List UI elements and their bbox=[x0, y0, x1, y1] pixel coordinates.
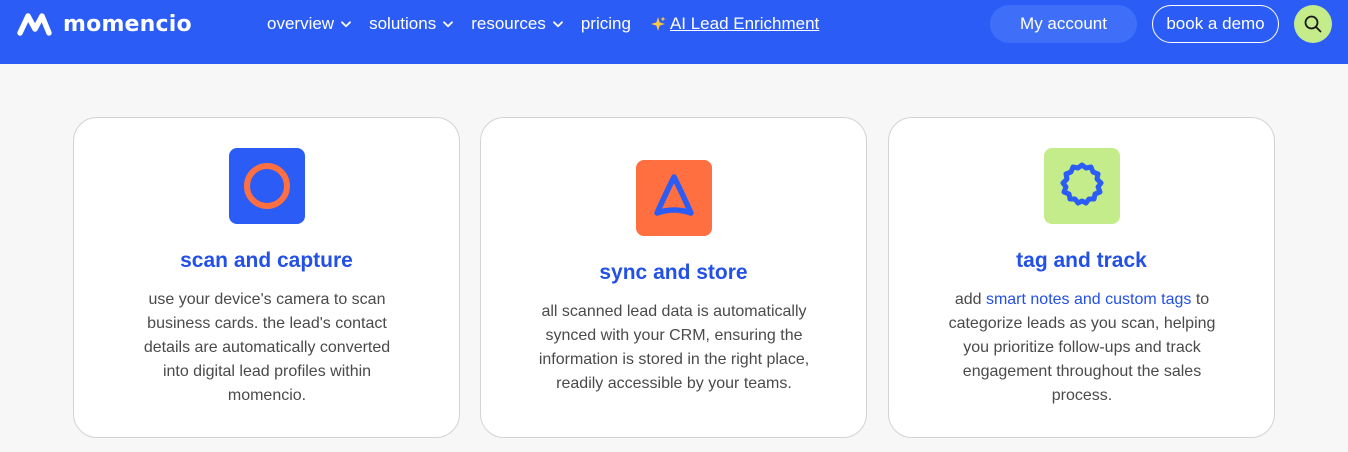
brand-logo[interactable]: momencio bbox=[16, 11, 192, 37]
feature-icon-tile bbox=[636, 160, 712, 236]
momencio-logo-icon bbox=[17, 13, 52, 36]
nav-item-solutions[interactable]: solutions bbox=[369, 14, 454, 34]
badge-icon bbox=[1060, 162, 1104, 206]
nav-item-resources[interactable]: resources bbox=[471, 14, 563, 34]
nav-item-label: overview bbox=[267, 14, 335, 33]
feature-icon-tile bbox=[229, 148, 305, 224]
feature-description: all scanned lead data is automatically s… bbox=[538, 303, 810, 392]
feature-card-scan-and-capture: scan and capture use your device's camer… bbox=[73, 117, 460, 438]
circle-icon bbox=[244, 163, 290, 209]
feature-description: add smart notes and custom tags to categ… bbox=[939, 288, 1225, 408]
my-account-button[interactable]: My account bbox=[990, 5, 1137, 43]
chevron-down-icon bbox=[552, 20, 563, 27]
search-icon bbox=[1304, 15, 1322, 33]
chevron-down-icon bbox=[341, 20, 351, 27]
nav-item-ai-lead-enrichment[interactable]: AI Lead Enrichment bbox=[649, 14, 819, 34]
rounded-triangle-icon bbox=[654, 174, 694, 216]
feature-description: use your device's camera to scan busines… bbox=[143, 291, 391, 404]
nav-item-label: resources bbox=[471, 14, 546, 33]
sparkle-icon bbox=[650, 16, 666, 31]
smart-notes-link[interactable]: smart notes and custom tags bbox=[986, 291, 1191, 308]
brand-name: momencio bbox=[63, 11, 192, 37]
top-navigation-bar: momencio overview solutions resources pr… bbox=[0, 0, 1348, 64]
feature-card-sync-and-store: sync and store all scanned lead data is … bbox=[480, 117, 867, 438]
feature-icon-tile bbox=[1044, 148, 1120, 224]
feature-card-tag-and-track: tag and track add smart notes and custom… bbox=[888, 117, 1275, 438]
nav-item-label: pricing bbox=[580, 14, 631, 33]
description-text: add bbox=[954, 291, 986, 308]
search-button[interactable] bbox=[1294, 5, 1332, 43]
feature-title: scan and capture bbox=[180, 249, 353, 272]
nav-item-label: AI Lead Enrichment bbox=[669, 14, 820, 33]
feature-title: tag and track bbox=[1016, 249, 1147, 272]
book-demo-button[interactable]: book a demo bbox=[1152, 5, 1279, 43]
chevron-down-icon bbox=[443, 20, 454, 27]
nav-item-overview[interactable]: overview bbox=[267, 14, 351, 34]
nav-item-label: solutions bbox=[369, 14, 437, 33]
main-menu: overview solutions resources pricing AI … bbox=[267, 13, 819, 35]
feature-title: sync and store bbox=[599, 261, 748, 284]
nav-item-pricing[interactable]: pricing bbox=[581, 14, 631, 34]
